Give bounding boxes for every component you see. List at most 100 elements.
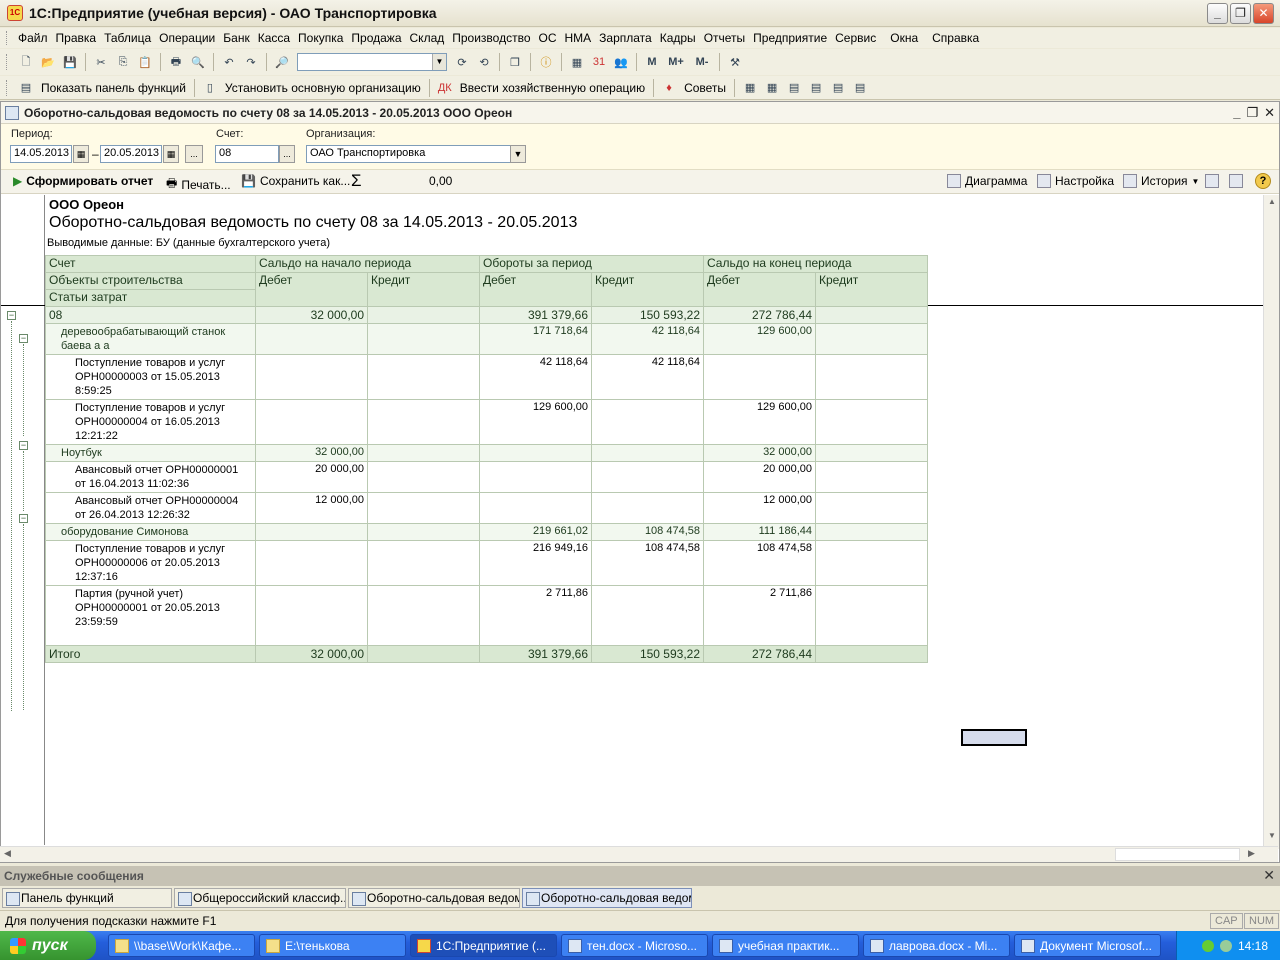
menu-production[interactable]: Производство (449, 31, 533, 45)
selected-cell[interactable] (961, 729, 1027, 746)
network-icon[interactable] (1201, 939, 1214, 952)
scroll-right-icon[interactable]: ▶ (1248, 848, 1255, 859)
table-row[interactable]: Поступление товаров и услуг ОРН00000003 … (45, 354, 928, 400)
table-row[interactable]: оборудование Симонова 219 661,02 108 474,5… (45, 523, 928, 541)
show-function-panel-button[interactable]: Показать панель функций (41, 81, 186, 95)
organization-dropdown-icon[interactable]: ▼ (510, 145, 526, 163)
calculator-icon[interactable]: ▦ (568, 53, 586, 71)
close-button[interactable]: ✕ (1253, 3, 1274, 24)
pin-icon[interactable] (1229, 174, 1243, 188)
table-row[interactable]: Поступление товаров и услуг ОРН00000004 … (45, 399, 928, 445)
taskbar-item-folder-base[interactable]: \\base\Work\Кафе... (108, 934, 255, 957)
scroll-up-icon[interactable]: ▲ (1265, 197, 1279, 211)
search-combo[interactable]: ▼ (297, 53, 447, 71)
doc-close-button[interactable]: ✕ (1264, 105, 1275, 121)
calendar-icon[interactable]: 31 (590, 53, 608, 71)
copy-icon[interactable]: ⎘ (114, 53, 132, 71)
menu-help[interactable]: Справка (929, 31, 982, 45)
users-icon[interactable]: 👥 (612, 53, 630, 71)
menu-purchase[interactable]: Покупка (295, 31, 346, 45)
search-icon[interactable]: 🔎 (273, 53, 291, 71)
print-preview-icon[interactable]: 🔍 (189, 53, 207, 71)
taskbar-item-word-ten[interactable]: тен.docx - Microso... (561, 934, 708, 957)
minimize-button[interactable]: _ (1207, 3, 1228, 24)
open-folder-icon[interactable]: 📂 (39, 53, 57, 71)
chart-button[interactable]: Диаграмма (947, 174, 1027, 188)
tab-function-panel[interactable]: Панель функций (2, 888, 172, 908)
total-row[interactable]: Итого 32 000,00 391 379,66 150 593,22 272 78… (45, 645, 928, 663)
operations-journal-icon[interactable]: ▦ (763, 79, 781, 97)
expand-icon[interactable] (1205, 174, 1219, 188)
undo-icon[interactable]: ↶ (220, 53, 238, 71)
table-row[interactable]: Авансовый отчет ОРН00000004 от 26.04.201… (45, 492, 928, 524)
menu-fixed-assets[interactable]: ОС (536, 31, 560, 45)
menu-windows[interactable]: Окна (887, 31, 921, 45)
menu-table[interactable]: Таблица (101, 31, 154, 45)
new-document-icon[interactable]: 🗋 (17, 53, 35, 71)
settings-button[interactable]: Настройка (1037, 174, 1114, 188)
start-button[interactable]: пуск (0, 931, 96, 960)
taskbar-item-word-document[interactable]: Документ Microsof... (1014, 934, 1161, 957)
items-icon[interactable]: ▤ (829, 79, 847, 97)
tips-button[interactable]: Советы (684, 81, 726, 95)
menu-reports[interactable]: Отчеты (701, 31, 748, 45)
generate-report-button[interactable]: ▶ Сформировать отчет (13, 174, 153, 188)
menu-hr[interactable]: Кадры (657, 31, 699, 45)
calendar-from-icon[interactable]: ▦ (73, 145, 89, 163)
calendar-to-icon[interactable]: ▦ (163, 145, 179, 163)
scroll-thumb[interactable] (1115, 848, 1240, 861)
info-icon[interactable]: ⓘ (537, 53, 555, 71)
employees-icon[interactable]: ▤ (807, 79, 825, 97)
help-icon[interactable]: ? (1255, 173, 1271, 189)
tools-icon[interactable]: ⚒ (726, 53, 744, 71)
account-select-button[interactable]: ... (279, 145, 295, 163)
menu-warehouse[interactable]: Склад (407, 31, 448, 45)
doc-restore-button[interactable]: ❐ (1246, 105, 1258, 121)
collapse-group-machine-icon[interactable]: − (19, 334, 28, 343)
taskbar-item-word-lavrova[interactable]: лаврова.docx - Mi... (863, 934, 1010, 957)
date-from-input[interactable]: 14.05.2013 (10, 145, 72, 163)
table-row[interactable]: Поступление товаров и услуг ОРН00000006 … (45, 540, 928, 586)
menu-sales[interactable]: Продажа (348, 31, 404, 45)
set-main-organization-button[interactable]: Установить основную организацию (225, 81, 421, 95)
menu-operations[interactable]: Операции (156, 31, 218, 45)
doc-minimize-button[interactable]: _ (1233, 105, 1240, 121)
maximize-button[interactable]: ❐ (1230, 3, 1251, 24)
table-row[interactable]: Авансовый отчет ОРН00000001 от 16.04.201… (45, 461, 928, 493)
account-input[interactable]: 08 (215, 145, 279, 163)
collapse-group-08-icon[interactable]: − (7, 311, 16, 320)
enter-operation-button[interactable]: Ввести хозяйственную операцию (460, 81, 645, 95)
save-as-button[interactable]: 💾 Сохранить как... (241, 174, 350, 188)
period-select-button[interactable]: ... (185, 145, 203, 163)
redo-icon[interactable]: ↷ (242, 53, 260, 71)
taskbar-item-1c[interactable]: 1С:Предприятие (... (410, 934, 557, 957)
scroll-down-icon[interactable]: ▼ (1265, 831, 1279, 845)
print-button[interactable]: 🖶 Печать... (166, 174, 231, 195)
collapse-group-equipment-icon[interactable]: − (19, 514, 28, 523)
scroll-left-icon[interactable]: ◀ (4, 848, 11, 859)
vertical-scrollbar[interactable]: ▲ ▼ (1263, 195, 1279, 849)
horizontal-scrollbar[interactable]: ◀ ▶ (0, 846, 1278, 862)
collapse-group-laptop-icon[interactable]: − (19, 441, 28, 450)
find-next-icon[interactable]: ⟳ (453, 53, 471, 71)
tab-turnover-sheet-2[interactable]: Оборотно-сальдовая ведом... (522, 888, 692, 908)
tab-classifier[interactable]: Общероссийский классиф... (174, 888, 346, 908)
menu-salary[interactable]: Зарплата (596, 31, 655, 45)
tab-turnover-sheet-1[interactable]: Оборотно-сальдовая ведом... (348, 888, 520, 908)
cut-icon[interactable]: ✂ (92, 53, 110, 71)
table-row[interactable]: Ноутбук 32 000,00 32 000,00 (45, 444, 928, 462)
contractors-icon[interactable]: ▤ (785, 79, 803, 97)
print-icon[interactable]: 🖶 (167, 53, 185, 71)
antivirus-icon[interactable] (1219, 939, 1232, 952)
history-button[interactable]: История ▼ (1123, 174, 1199, 188)
find-prev-icon[interactable]: ⟲ (475, 53, 493, 71)
menu-intangibles[interactable]: НМА (562, 31, 595, 45)
report-spreadsheet[interactable]: ООО Ореон Оборотно-сальдовая ведомость п… (1, 195, 1279, 849)
menu-bank[interactable]: Банк (220, 31, 252, 45)
save-icon[interactable]: 💾 (61, 53, 79, 71)
table-row[interactable]: Партия (ручной учет) ОРН00000001 от 20.0… (45, 585, 928, 646)
menu-service[interactable]: Сервис (832, 31, 879, 45)
menu-enterprise[interactable]: Предприятие (750, 31, 830, 45)
memory-plus-icon[interactable]: M+ (665, 53, 687, 71)
organization-input[interactable]: ОАО Транспортировка (306, 145, 511, 163)
